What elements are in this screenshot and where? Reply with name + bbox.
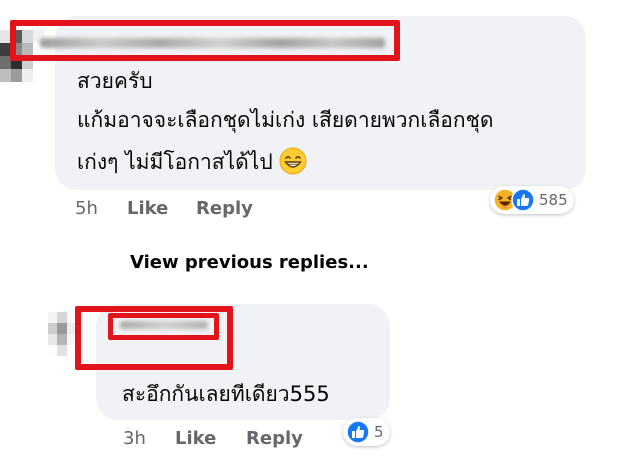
avatar-pixelated[interactable] xyxy=(48,312,76,356)
like-button[interactable]: Like xyxy=(127,198,168,219)
reaction-count: 585 xyxy=(539,191,568,209)
highlight-frame xyxy=(108,313,219,340)
reply-button[interactable]: Reply xyxy=(246,428,303,449)
view-previous-replies-link[interactable]: View previous replies... xyxy=(130,252,369,273)
comment-timestamp[interactable]: 5h xyxy=(75,198,98,219)
comment-text-line: สวยครับ xyxy=(77,69,153,93)
reaction-summary[interactable]: 585 xyxy=(490,186,574,214)
reply-button[interactable]: Reply xyxy=(196,198,253,219)
comment-text-line-text: เก่งๆ ไม่มีโอกาสได้ไป xyxy=(77,150,273,174)
comment-text-line: สะอึกกันเลยทีเดียว555 xyxy=(122,382,330,406)
facebook-comment-thread: สวยครับ แก้มอาจจะเลือกชุดไม่เก่ง เสียดาย… xyxy=(0,0,640,466)
comment-text-line: เก่งๆ ไม่มีโอกาสได้ไป xyxy=(77,146,307,179)
comment-text-line: แก้มอาจจะเลือกชุดไม่เก่ง เสียดายพวกเลือก… xyxy=(77,108,494,132)
like-button[interactable]: Like xyxy=(175,428,216,449)
like-icon xyxy=(511,188,535,212)
highlight-frame xyxy=(10,20,400,61)
reaction-summary[interactable]: 5 xyxy=(343,418,390,446)
reaction-count: 5 xyxy=(374,423,384,441)
like-icon xyxy=(346,420,370,444)
grinning-face-icon xyxy=(279,147,307,175)
comment-timestamp[interactable]: 3h xyxy=(123,428,146,449)
